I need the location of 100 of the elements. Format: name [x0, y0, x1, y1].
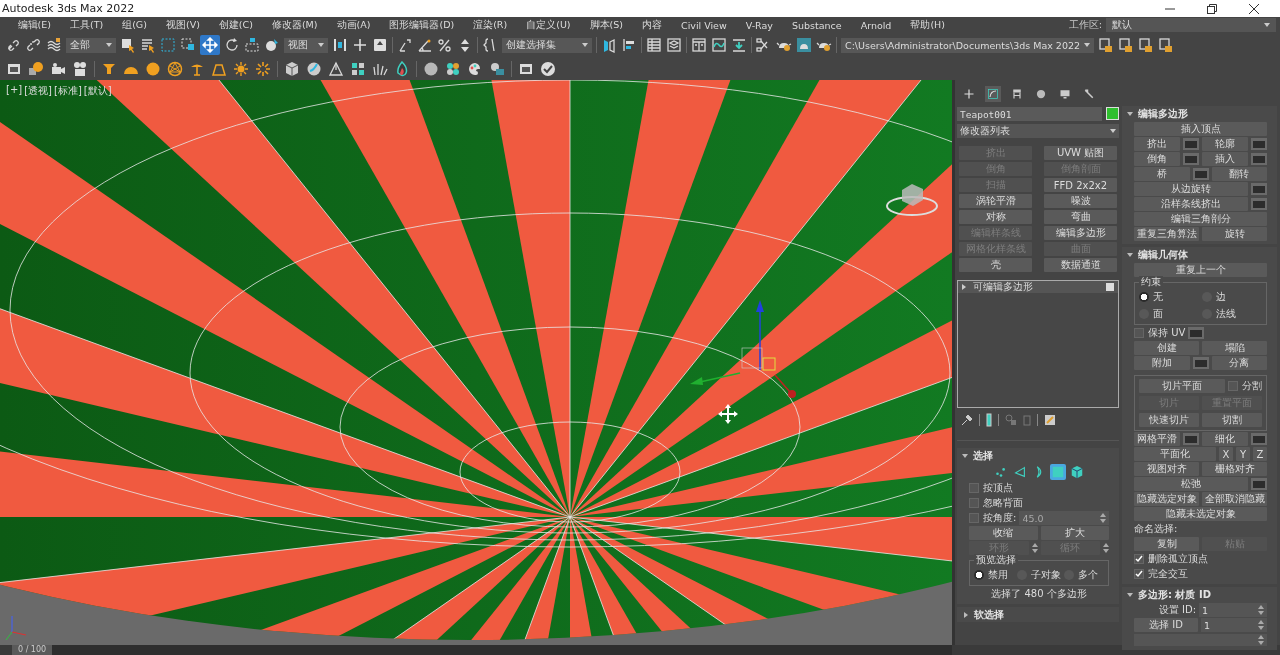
grid-panel-icon[interactable]	[350, 60, 366, 77]
menu-item[interactable]: 动画(A)	[327, 18, 380, 32]
named-selection-dropdown[interactable]: 创建选择集	[502, 37, 592, 53]
command-button[interactable]: 附加	[1134, 356, 1190, 370]
table-icon[interactable]	[646, 37, 662, 53]
selection-filter-dropdown[interactable]: 全部	[66, 37, 116, 53]
command-button[interactable]: 翻转	[1211, 167, 1267, 181]
dots-icon[interactable]	[445, 60, 461, 77]
dropdown-field[interactable]	[1134, 634, 1267, 646]
burst-icon[interactable]	[255, 60, 271, 77]
viewport-label[interactable]: [默认]	[83, 84, 112, 98]
film-camera-icon[interactable]	[72, 60, 88, 77]
command-button[interactable]: 轮廓	[1202, 137, 1248, 151]
menu-item[interactable]: 组(G)	[112, 18, 157, 32]
settings-button[interactable]	[1183, 433, 1199, 445]
command-button[interactable]: 从边旋转	[1134, 182, 1248, 196]
modifier-button[interactable]: UVW 贴图	[1044, 146, 1117, 160]
flame-icon[interactable]	[394, 60, 410, 77]
project-path-dropdown[interactable]: C:\Users\Administrator\Documents\3ds Max 2022	[841, 37, 1095, 53]
viewport-label[interactable]: [透视]	[24, 84, 52, 98]
menu-item[interactable]: Arnold	[851, 19, 901, 31]
spinner-arrows-icon[interactable]	[1258, 605, 1264, 615]
cube-icon[interactable]	[1069, 464, 1085, 480]
pivot-icon[interactable]	[332, 37, 348, 53]
wave-icon[interactable]	[46, 37, 62, 53]
modifier-button[interactable]: 噪波	[1044, 194, 1117, 208]
restore-icon[interactable]	[1206, 2, 1218, 15]
command-button[interactable]: 切片平面	[1139, 379, 1225, 393]
triangle-icon[interactable]	[1012, 464, 1028, 480]
menu-item[interactable]: Civil View	[671, 19, 737, 31]
menu-item[interactable]: 图形编辑器(D)	[379, 18, 464, 32]
spinner-arrows-icon[interactable]	[1258, 620, 1264, 630]
broken-link-icon[interactable]	[26, 37, 42, 53]
spinner-field[interactable]: 1	[1201, 618, 1267, 632]
tent-icon[interactable]	[328, 60, 344, 77]
command-button[interactable]: 松弛	[1134, 477, 1248, 491]
align-icon[interactable]	[621, 37, 637, 53]
menu-item[interactable]: 编辑(E)	[8, 18, 61, 32]
nodes-icon[interactable]	[1005, 414, 1017, 426]
command-button[interactable]: 收缩	[969, 526, 1038, 540]
folder-icon[interactable]	[1138, 37, 1155, 53]
pin-icon[interactable]	[961, 414, 973, 426]
list-cursor-icon[interactable]	[140, 37, 156, 53]
menu-item[interactable]: 帮助(H)	[900, 18, 955, 32]
curve-icon[interactable]	[985, 86, 1001, 102]
settings-button[interactable]	[1192, 357, 1209, 369]
command-button[interactable]: 复制	[1134, 537, 1199, 551]
command-button[interactable]: 隐藏选定对象	[1134, 492, 1199, 506]
menu-item[interactable]: 工具(T)	[60, 18, 113, 32]
command-button[interactable]: 视图对齐	[1134, 462, 1199, 476]
command-button[interactable]: 重复上一个	[1134, 263, 1267, 277]
mirror-icon[interactable]	[601, 37, 617, 53]
spinner-field[interactable]: 1	[1199, 603, 1267, 617]
dashed-squares-icon[interactable]	[180, 37, 196, 53]
circle-icon[interactable]	[264, 37, 280, 53]
command-button[interactable]: 倒角	[1134, 152, 1180, 166]
settings-button[interactable]	[1251, 478, 1267, 490]
command-button[interactable]: 快速切片	[1139, 413, 1199, 427]
checkbox[interactable]	[969, 498, 979, 508]
time-slider-thumb[interactable]: 0 / 100	[12, 645, 53, 655]
command-button[interactable]: 挤出	[1134, 137, 1180, 151]
folder-icon[interactable]	[1098, 37, 1115, 53]
crosshair-icon[interactable]	[352, 37, 368, 53]
settings-button[interactable]	[1192, 168, 1209, 180]
command-button[interactable]: 重复三角算法	[1134, 227, 1199, 241]
ball-icon[interactable]	[306, 60, 322, 77]
modifier-list-dropdown[interactable]: 修改器列表	[957, 124, 1119, 138]
palette-icon[interactable]	[467, 60, 483, 77]
settings-button[interactable]	[1251, 138, 1267, 150]
viewcube-drawing[interactable]	[886, 184, 938, 216]
menu-item[interactable]: 脚本(S)	[580, 18, 633, 32]
axis-button[interactable]: Z	[1253, 447, 1267, 461]
command-button[interactable]: 隐藏未选定对象	[1134, 507, 1267, 521]
spinner-arrows-icon[interactable]	[1258, 635, 1264, 645]
checkbox[interactable]	[1134, 554, 1144, 564]
shaded-sphere-icon[interactable]	[423, 60, 439, 77]
axis-button[interactable]: X	[1219, 447, 1233, 461]
object-color-swatch[interactable]	[1106, 107, 1119, 120]
teapot-window-icon[interactable]	[796, 37, 812, 53]
link-icon[interactable]	[6, 37, 22, 53]
command-button[interactable]: 沿样条线挤出	[1134, 197, 1248, 211]
rollout-title[interactable]: 软选择	[974, 607, 1004, 622]
configure-icon[interactable]	[1044, 414, 1056, 426]
menu-item[interactable]: 视图(V)	[156, 18, 210, 32]
menu-item[interactable]: Substance	[782, 19, 852, 31]
modifier-button[interactable]: 对称	[959, 210, 1032, 224]
bar-icon[interactable]	[986, 413, 992, 427]
command-button[interactable]: 分离	[1211, 356, 1267, 370]
command-button[interactable]: 选择 ID	[1134, 618, 1198, 632]
spinner-arrows-icon[interactable]	[1031, 543, 1038, 553]
menu-item[interactable]: 修改器(M)	[262, 18, 327, 32]
modifier-button[interactable]: FFD 2x2x2	[1044, 178, 1117, 192]
modifier-button[interactable]: 数据通道	[1044, 258, 1117, 272]
command-button[interactable]: 创建	[1134, 341, 1199, 355]
command-button[interactable]: 插入	[1202, 152, 1248, 166]
checkbox[interactable]	[1134, 328, 1144, 338]
command-button[interactable]: 细化	[1202, 432, 1248, 446]
modifier-button[interactable]: 弯曲	[1044, 210, 1117, 224]
command-button[interactable]: 网格平滑	[1134, 432, 1180, 446]
rollout-title[interactable]: 选择	[973, 448, 993, 463]
